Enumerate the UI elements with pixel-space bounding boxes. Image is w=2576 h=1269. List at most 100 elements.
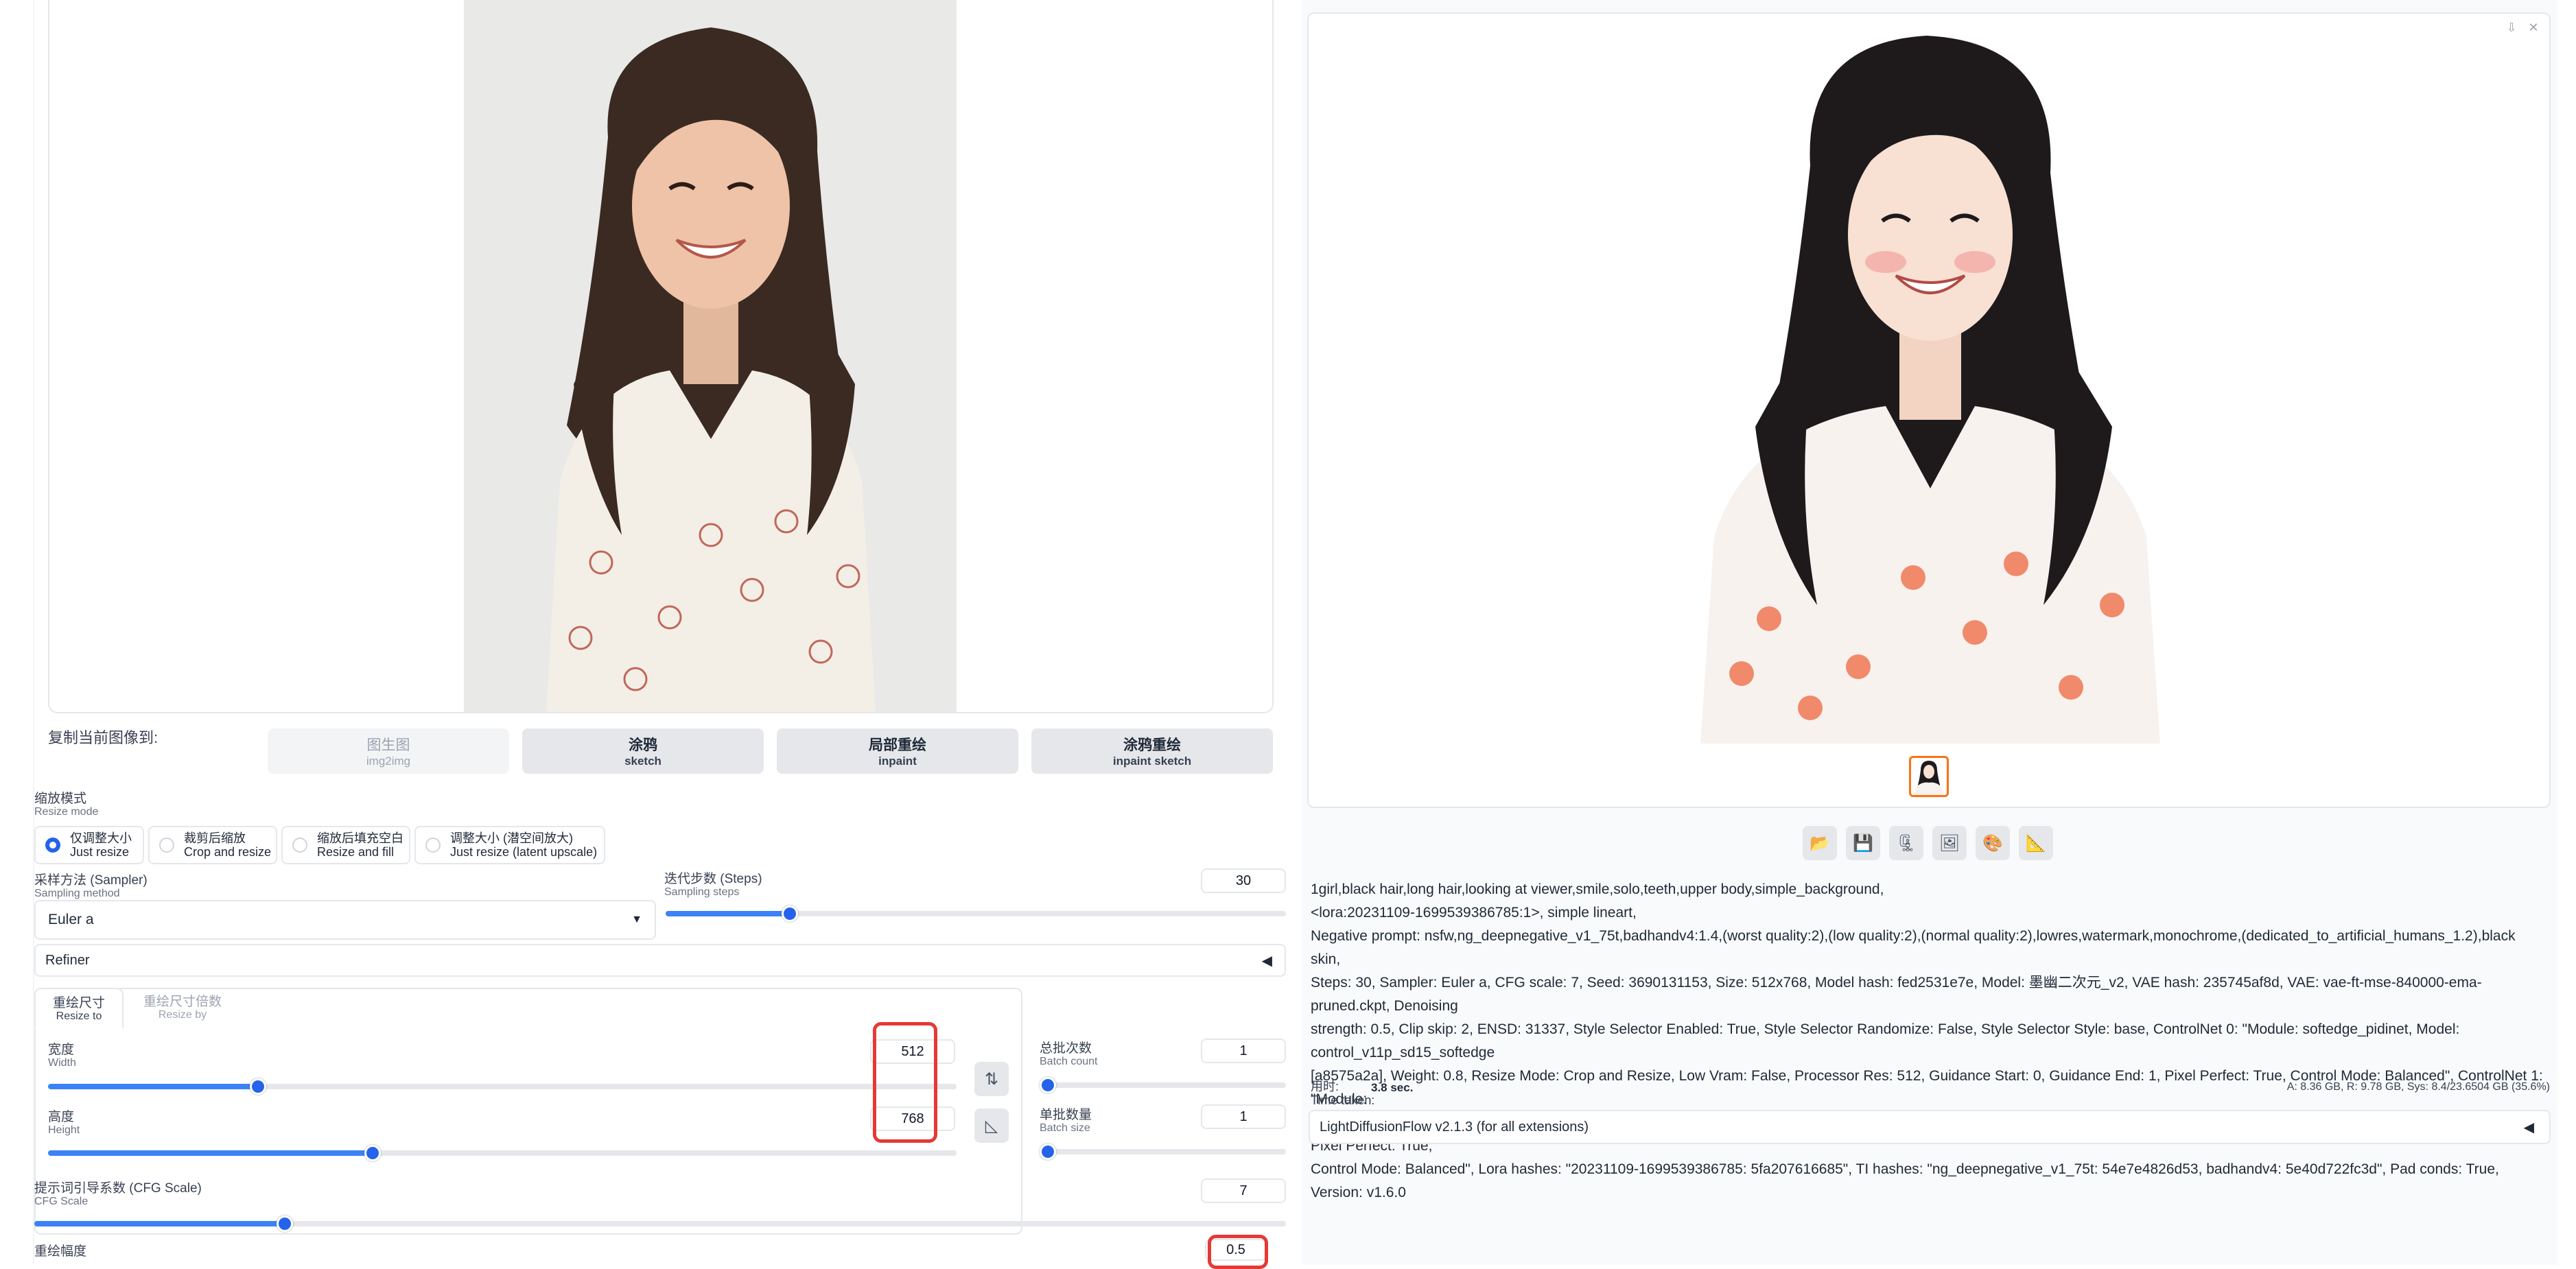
- refiner-label: Refiner: [45, 952, 90, 968]
- steps-input[interactable]: 30: [1201, 868, 1286, 893]
- info-line: Negative prompt: nsfw,ng_deepnegative_v1…: [1311, 928, 2516, 967]
- copy-inpaint-sublabel: inpaint: [878, 755, 917, 768]
- radio-dot: [292, 838, 307, 853]
- send-to-img2img-button[interactable]: 🖼: [1932, 826, 1967, 860]
- sampler-dropdown[interactable]: Euler a ▼: [34, 900, 656, 940]
- resize-mode-label-en: Resize mode: [34, 806, 99, 818]
- send-to-inpaint-button[interactable]: 🎨: [1976, 826, 2010, 860]
- source-photo: [464, 0, 957, 712]
- refiner-accordion[interactable]: Refiner ◀: [34, 944, 1286, 977]
- resize-mode-just-resize[interactable]: 仅调整大小 Just resize: [34, 826, 144, 864]
- time-taken-label-cn: 用时:: [1311, 1080, 1339, 1093]
- tab-resize-to-cn: 重绘尺寸: [52, 996, 105, 1010]
- time-taken-label-en: Time taken:: [1311, 1093, 1375, 1107]
- radio-dot: [159, 838, 174, 853]
- tab-resize-by-en: Resize by: [158, 1009, 207, 1021]
- radio-dot: [45, 838, 60, 853]
- batch-count-label-cn: 总批次数: [1040, 1041, 1092, 1056]
- cfg-label-en: CFG Scale: [34, 1196, 89, 1207]
- batch-size-slider[interactable]: [1040, 1143, 1286, 1160]
- send-to-extras-button[interactable]: 📐: [2019, 826, 2053, 860]
- steps-slider-thumb[interactable]: [781, 905, 798, 922]
- copy-sketch-label: 涂鸦: [629, 737, 657, 753]
- copy-inpaint-sketch-button[interactable]: 涂鸦重绘 inpaint sketch: [1031, 728, 1273, 774]
- batch-count-label: 总批次数 Batch count: [1040, 1041, 1098, 1068]
- steps-slider-fill: [666, 911, 790, 916]
- width-height-highlight: [873, 1022, 937, 1143]
- output-image[interactable]: [1687, 15, 2171, 744]
- copy-inpaint-sketch-sublabel: inpaint sketch: [1112, 755, 1192, 768]
- copy-to-label: 复制当前图像到:: [48, 729, 159, 746]
- sampler-value: Euler a: [48, 912, 94, 927]
- ruler-icon: 📐: [2026, 833, 2046, 853]
- palette-icon: 🎨: [1982, 833, 2003, 853]
- info-line: 1girl,black hair,long hair,looking at vi…: [1311, 881, 1884, 897]
- info-line: <lora:20231109-1699539386785:1>, simple …: [1311, 905, 1637, 921]
- aspect-ratio-button[interactable]: ◺: [974, 1108, 1009, 1143]
- batch-count-slider-thumb[interactable]: [1040, 1077, 1056, 1093]
- radio-label-en: Just resize (latent upscale): [450, 845, 598, 859]
- copy-inpaint-button[interactable]: 局部重绘 inpaint: [777, 728, 1018, 774]
- steps-label: 迭代步数 (Steps) Sampling steps: [664, 872, 762, 899]
- tab-resize-by[interactable]: 重绘尺寸倍数 Resize by: [134, 995, 231, 1021]
- resize-mode-resize-fill[interactable]: 缩放后填充空白 Resize and fill: [281, 826, 410, 864]
- info-line: Control Mode: Balanced", Lora hashes: "2…: [1311, 1161, 2499, 1200]
- radio-label-cn: 调整大小 (潜空间放大): [450, 831, 573, 845]
- output-thumbnail[interactable]: [1909, 756, 1949, 797]
- collapse-triangle-icon: ◀: [1261, 953, 1272, 969]
- width-slider[interactable]: [48, 1078, 957, 1095]
- zip-icon: 🗜: [1895, 833, 1917, 853]
- height-slider-thumb[interactable]: [364, 1145, 381, 1161]
- sampler-label-en: Sampling method: [34, 888, 120, 899]
- open-folder-button[interactable]: 📂: [1803, 826, 1837, 860]
- swap-dimensions-button[interactable]: ⇅: [974, 1062, 1009, 1096]
- time-taken-label: 用时: Time taken:: [1311, 1080, 1374, 1107]
- steps-label-cn: 迭代步数 (Steps): [664, 872, 762, 886]
- copy-img2img-sublabel: img2img: [366, 755, 411, 768]
- ruler-icon: ◺: [985, 1116, 998, 1135]
- copy-inpaint-sketch-label: 涂鸦重绘: [1123, 737, 1181, 753]
- width-slider-fill: [48, 1084, 258, 1089]
- steps-slider[interactable]: [666, 905, 1286, 922]
- cfg-slider-thumb[interactable]: [276, 1215, 293, 1232]
- tab-resize-to[interactable]: 重绘尺寸 Resize to: [34, 988, 124, 1029]
- tab-resize-by-cn: 重绘尺寸倍数: [143, 995, 222, 1009]
- cfg-slider[interactable]: [34, 1215, 1286, 1232]
- save-button[interactable]: 💾: [1846, 826, 1880, 860]
- close-icon[interactable]: ✕: [2523, 21, 2544, 41]
- lightdiffusionflow-accordion[interactable]: LightDiffusionFlow v2.1.3 (for all exten…: [1309, 1110, 2551, 1144]
- resize-mode-latent-upscale[interactable]: 调整大小 (潜空间放大) Just resize (latent upscale): [414, 826, 605, 864]
- radio-label-cn: 裁剪后缩放: [184, 831, 246, 845]
- steps-label-en: Sampling steps: [664, 886, 740, 898]
- width-label-en: Width: [48, 1057, 76, 1069]
- width-slider-thumb[interactable]: [249, 1078, 266, 1095]
- time-taken-value: 3.8 sec.: [1371, 1081, 1414, 1094]
- radio-label-en: Crop and resize: [184, 845, 272, 859]
- copy-sketch-button[interactable]: 涂鸦 sketch: [522, 728, 764, 774]
- height-label: 高度 Height: [48, 1110, 80, 1137]
- copy-img2img-button[interactable]: 图生图 img2img: [268, 728, 509, 774]
- cfg-slider-fill: [34, 1221, 285, 1226]
- cfg-label-cn: 提示词引导系数 (CFG Scale): [34, 1181, 202, 1196]
- batch-size-label: 单批数量 Batch size: [1040, 1108, 1092, 1135]
- zip-button[interactable]: 🗜: [1889, 826, 1923, 860]
- batch-size-input[interactable]: 1: [1201, 1104, 1286, 1129]
- source-image-frame[interactable]: [48, 0, 1274, 713]
- height-label-cn: 高度: [48, 1110, 75, 1124]
- batch-size-label-en: Batch size: [1040, 1122, 1090, 1134]
- radio-label-cn: 仅调整大小: [70, 831, 132, 845]
- image-icon: 🖼: [1939, 833, 1960, 853]
- resize-mode-crop-resize[interactable]: 裁剪后缩放 Crop and resize: [148, 826, 277, 864]
- batch-count-slider[interactable]: [1040, 1077, 1286, 1093]
- height-slider[interactable]: [48, 1145, 957, 1161]
- sampler-label-cn: 采样方法 (Sampler): [34, 873, 148, 888]
- batch-count-label-en: Batch count: [1040, 1056, 1098, 1067]
- info-line: Steps: 30, Sampler: Euler a, CFG scale: …: [1311, 975, 2482, 1014]
- batch-count-input[interactable]: 1: [1201, 1039, 1286, 1063]
- download-icon[interactable]: ⇩: [2501, 21, 2522, 41]
- batch-size-slider-thumb[interactable]: [1040, 1143, 1056, 1160]
- cfg-input[interactable]: 7: [1201, 1178, 1286, 1203]
- resize-mode-label: 缩放模式 Resize mode: [34, 792, 98, 818]
- radio-label-en: Just resize: [70, 845, 130, 859]
- width-label-cn: 宽度: [48, 1043, 75, 1057]
